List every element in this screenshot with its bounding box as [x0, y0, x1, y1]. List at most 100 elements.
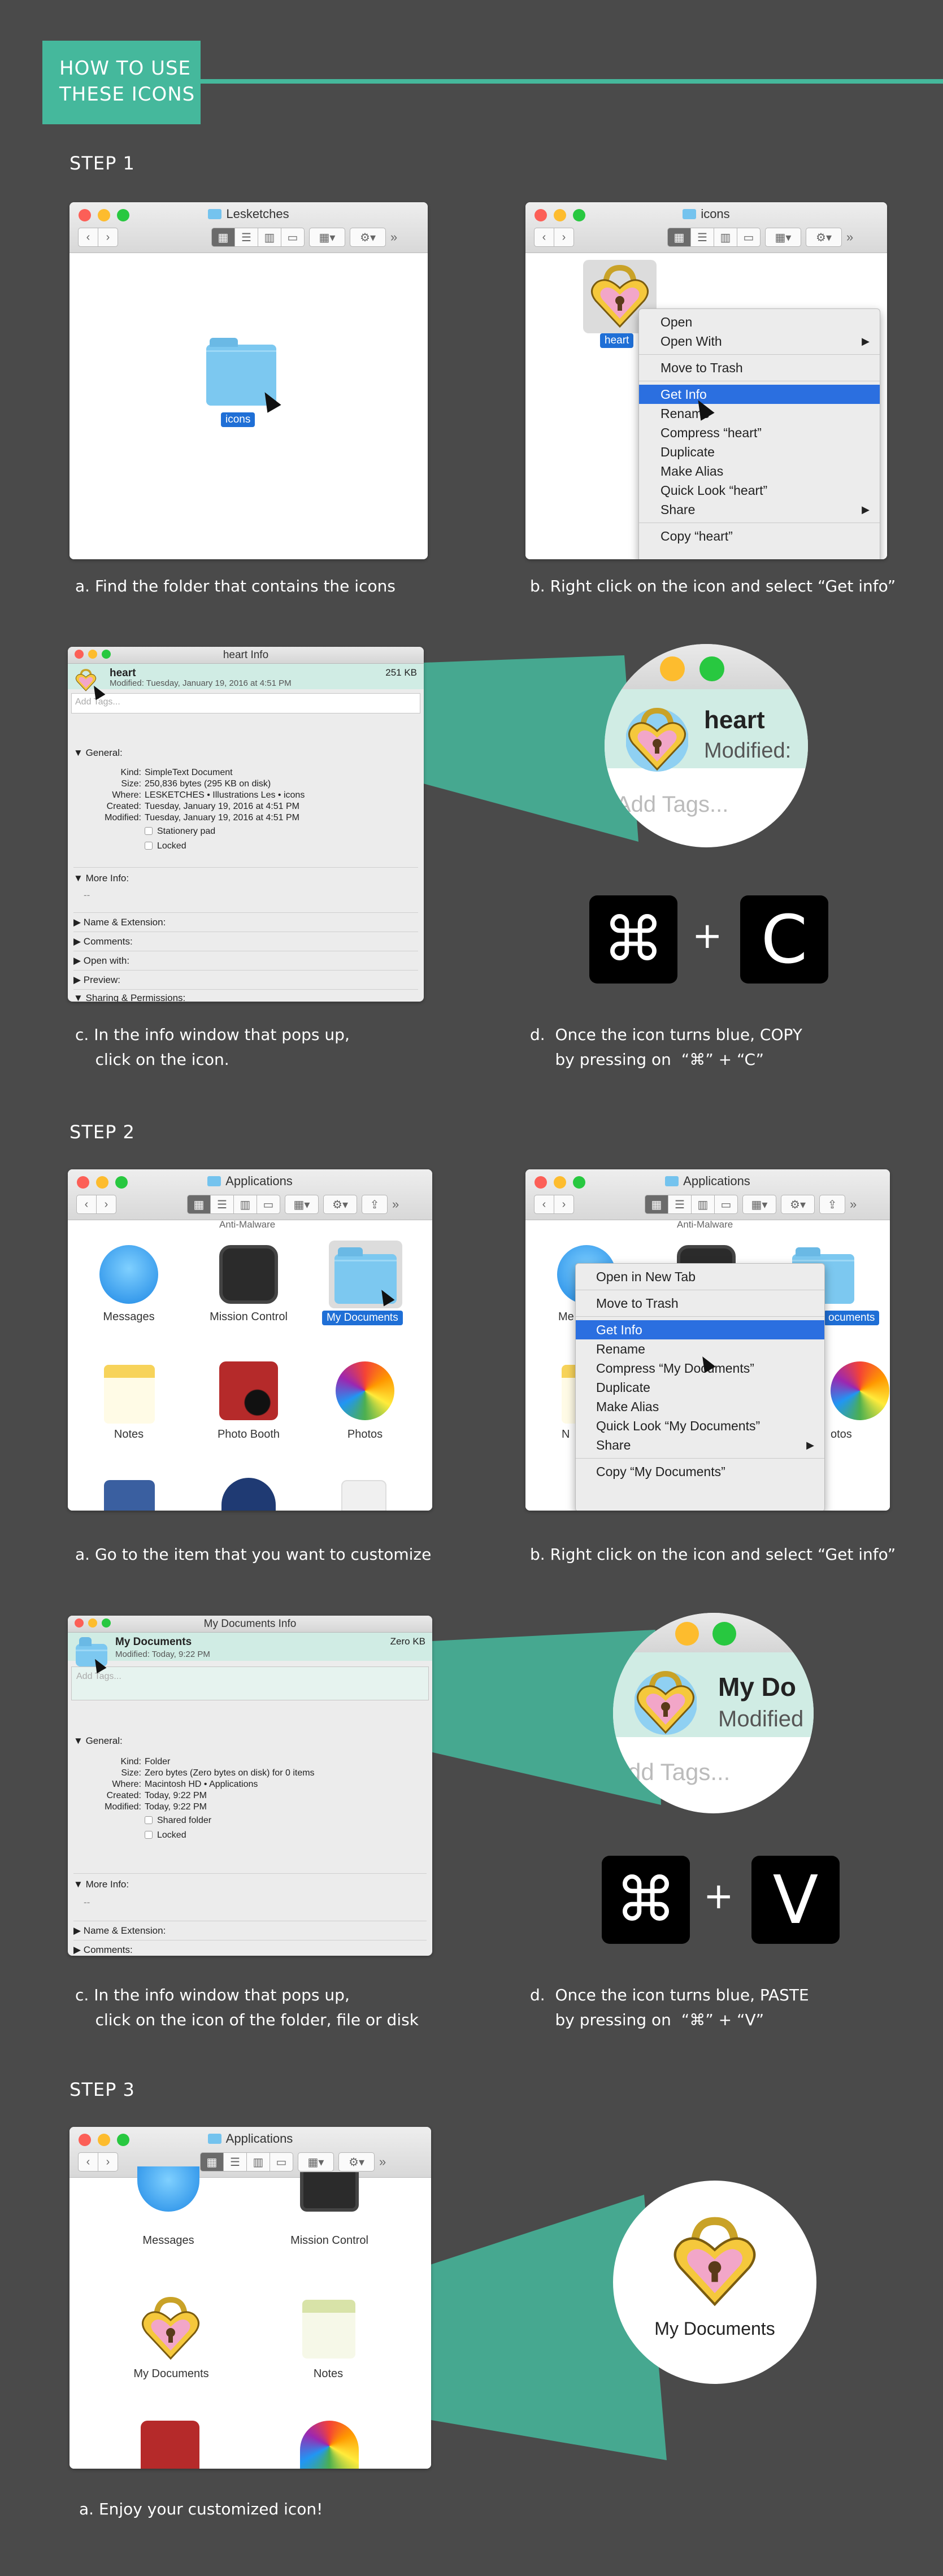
- section-comments[interactable]: ▶ Comments:: [73, 1944, 133, 1956]
- forward-button[interactable]: ›: [98, 228, 118, 247]
- menu-item-share[interactable]: Share ▶: [639, 500, 880, 519]
- zoom-button[interactable]: [102, 650, 111, 659]
- gear-icon[interactable]: ⚙▾: [338, 2152, 375, 2172]
- back-button[interactable]: ‹: [76, 1195, 97, 1214]
- menu-item-rename[interactable]: Rename: [576, 1339, 824, 1359]
- coverflow-view-button[interactable]: ▭: [257, 1195, 280, 1214]
- icon-view-button[interactable]: ▦: [200, 2152, 224, 2172]
- coverflow-view-button[interactable]: ▭: [270, 2152, 293, 2172]
- gear-icon[interactable]: ⚙▾: [323, 1195, 357, 1214]
- menu-item-open[interactable]: Open: [639, 312, 880, 332]
- list-view-button[interactable]: ☰: [234, 228, 258, 247]
- arrange-button[interactable]: ▦▾: [742, 1195, 776, 1214]
- menu-item-compress[interactable]: Compress “heart”: [639, 423, 880, 442]
- column-view-button[interactable]: ▥: [246, 2152, 270, 2172]
- back-button[interactable]: ‹: [78, 228, 98, 247]
- photo-booth-app-icon[interactable]: [219, 1361, 278, 1420]
- column-view-button[interactable]: ▥: [233, 1195, 257, 1214]
- section-general[interactable]: ▼ General:: [73, 747, 123, 759]
- partial-app-icon[interactable]: [221, 1478, 276, 1511]
- zoom-button[interactable]: [102, 1618, 111, 1628]
- messages-app-icon[interactable]: [99, 1245, 158, 1304]
- folder-label-selected[interactable]: icons: [221, 412, 255, 427]
- back-button[interactable]: ‹: [534, 1195, 554, 1214]
- arrange-button[interactable]: ▦▾: [298, 2152, 334, 2172]
- close-button[interactable]: [75, 1618, 84, 1628]
- section-sharing[interactable]: ▼ Sharing & Permissions:: [73, 993, 185, 1002]
- menu-item-share[interactable]: Share ▶: [576, 1435, 824, 1455]
- gear-icon[interactable]: ⚙▾: [781, 1195, 815, 1214]
- menu-item-duplicate[interactable]: Duplicate: [639, 442, 880, 462]
- section-open-with[interactable]: ▶ Open with:: [73, 955, 129, 967]
- menu-item-quick-look[interactable]: Quick Look “heart”: [639, 481, 880, 500]
- column-view-button[interactable]: ▥: [691, 1195, 715, 1214]
- forward-button[interactable]: ›: [554, 228, 574, 247]
- back-button[interactable]: ‹: [78, 2152, 98, 2172]
- section-name-extension[interactable]: ▶ Name & Extension:: [73, 1925, 166, 1937]
- menu-item-open-with[interactable]: Open With ▶: [639, 332, 880, 351]
- column-view-button[interactable]: ▥: [714, 228, 737, 247]
- photos-app-icon[interactable]: [831, 1361, 889, 1420]
- list-view-button[interactable]: ☰: [223, 2152, 247, 2172]
- tags-input[interactable]: Add Tags...: [71, 1666, 429, 1700]
- close-button[interactable]: [75, 650, 84, 659]
- list-view-button[interactable]: ☰: [690, 228, 714, 247]
- list-view-button[interactable]: ☰: [668, 1195, 692, 1214]
- menu-item-open-new-tab[interactable]: Open in New Tab: [576, 1267, 824, 1286]
- menu-item-rename[interactable]: Rename: [639, 404, 880, 423]
- photo-booth-app-icon[interactable]: [141, 2421, 199, 2469]
- shared-folder-checkbox[interactable]: Shared folder: [145, 1816, 211, 1826]
- photos-app-icon[interactable]: [336, 1361, 394, 1420]
- app-label-my-documents[interactable]: My Documents: [322, 1311, 403, 1325]
- notes-app-icon[interactable]: [104, 1365, 155, 1424]
- icon-view-button[interactable]: ▦: [667, 228, 691, 247]
- locked-checkbox[interactable]: Locked: [145, 841, 186, 851]
- icon-view-button[interactable]: ▦: [187, 1195, 211, 1214]
- gear-icon[interactable]: ⚙▾: [806, 228, 842, 247]
- minimize-button[interactable]: [88, 1618, 97, 1628]
- icon-view-button[interactable]: ▦: [211, 228, 235, 247]
- menu-item-move-to-trash[interactable]: Move to Trash: [639, 358, 880, 377]
- arrange-button[interactable]: ▦▾: [765, 228, 801, 247]
- mission-control-app-icon[interactable]: [219, 1245, 278, 1304]
- section-general[interactable]: ▼ General:: [73, 1735, 123, 1747]
- menu-item-make-alias[interactable]: Make Alias: [576, 1397, 824, 1416]
- section-comments[interactable]: ▶ Comments:: [73, 936, 133, 947]
- minimize-button[interactable]: [88, 650, 97, 659]
- menu-item-duplicate[interactable]: Duplicate: [576, 1378, 824, 1397]
- more-chevron-icon[interactable]: »: [392, 1197, 399, 1212]
- back-button[interactable]: ‹: [534, 228, 554, 247]
- stationery-checkbox[interactable]: Stationery pad: [145, 826, 215, 837]
- partial-selected-label[interactable]: ocuments: [824, 1311, 880, 1325]
- partial-app-icon[interactable]: [341, 1480, 386, 1511]
- list-view-button[interactable]: ☰: [210, 1195, 234, 1214]
- coverflow-view-button[interactable]: ▭: [281, 228, 305, 247]
- share-icon[interactable]: ⇪: [362, 1195, 388, 1214]
- forward-button[interactable]: ›: [554, 1195, 574, 1214]
- mission-control-app-icon[interactable]: [300, 2172, 359, 2212]
- menu-item-make-alias[interactable]: Make Alias: [639, 462, 880, 481]
- forward-button[interactable]: ›: [98, 2152, 118, 2172]
- more-chevron-icon[interactable]: »: [846, 230, 853, 245]
- section-more-info[interactable]: ▼ More Info:: [73, 873, 129, 884]
- notes-app-icon[interactable]: [302, 2300, 355, 2359]
- more-chevron-icon[interactable]: »: [379, 2155, 386, 2169]
- forward-button[interactable]: ›: [96, 1195, 116, 1214]
- section-more-info[interactable]: ▼ More Info:: [73, 1879, 129, 1890]
- arrange-button[interactable]: ▦▾: [285, 1195, 319, 1214]
- coverflow-view-button[interactable]: ▭: [737, 228, 761, 247]
- coverflow-view-button[interactable]: ▭: [714, 1195, 738, 1214]
- file-label-selected[interactable]: heart: [600, 333, 634, 348]
- section-preview[interactable]: ▶ Preview:: [73, 974, 120, 986]
- locked-checkbox[interactable]: Locked: [145, 1830, 186, 1840]
- heart-lock-icon[interactable]: [140, 2295, 202, 2362]
- tags-input[interactable]: Add Tags...: [71, 693, 420, 713]
- arrange-button[interactable]: ▦▾: [309, 228, 345, 247]
- menu-item-move-to-trash[interactable]: Move to Trash: [576, 1294, 824, 1313]
- photos-app-icon[interactable]: [300, 2421, 359, 2469]
- gear-icon[interactable]: ⚙▾: [350, 228, 386, 247]
- section-name-extension[interactable]: ▶ Name & Extension:: [73, 917, 166, 928]
- menu-item-get-info[interactable]: Get Info: [639, 385, 880, 404]
- more-chevron-icon[interactable]: »: [390, 230, 397, 245]
- partial-app-icon[interactable]: [104, 1480, 155, 1511]
